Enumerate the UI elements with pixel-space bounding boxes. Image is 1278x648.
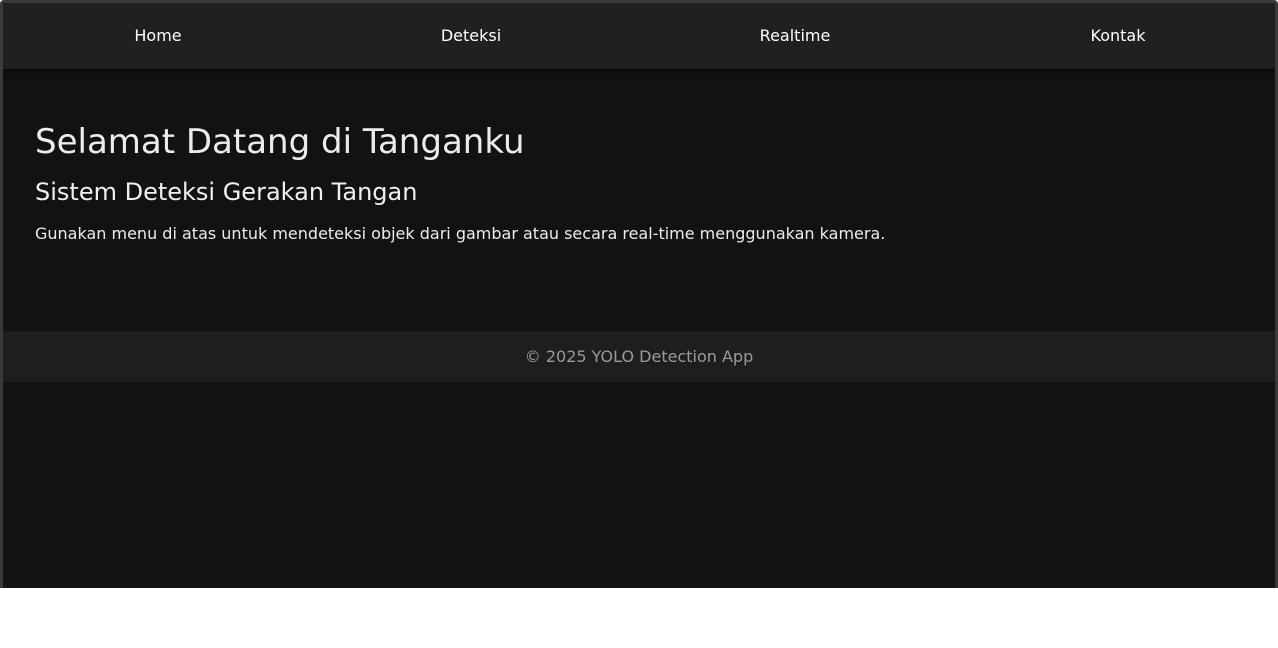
page-description: Gunakan menu di atas untuk mendeteksi ob… [35,224,886,243]
footer: © 2025 YOLO Detection App [3,331,1275,382]
nav-item-home[interactable]: Home [3,3,313,69]
page-subtitle: Sistem Deteksi Gerakan Tangan [35,178,418,206]
footer-copyright: © 2025 YOLO Detection App [524,347,754,366]
main-content: Selamat Datang di Tanganku Sistem Deteks… [3,69,1275,331]
nav-item-deteksi[interactable]: Deteksi [313,3,629,69]
nav-item-realtime[interactable]: Realtime [629,3,961,69]
nav-item-kontak[interactable]: Kontak [961,3,1275,69]
app-window: Home Deteksi Realtime Kontak Selamat Dat… [0,0,1278,588]
page-title: Selamat Datang di Tanganku [35,122,525,162]
top-navbar: Home Deteksi Realtime Kontak [3,3,1275,69]
